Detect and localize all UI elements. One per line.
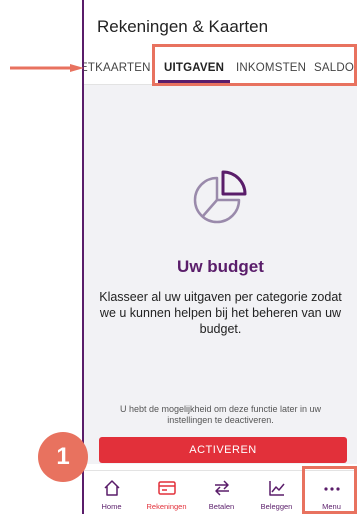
annotation-arrow-icon — [10, 64, 84, 72]
chart-icon — [268, 481, 285, 496]
activate-button[interactable]: ACTIVEREN — [99, 437, 347, 463]
menu-highlight-box — [302, 466, 357, 514]
nav-betalen[interactable]: Betalen — [194, 471, 249, 514]
deactivate-note: U hebt de mogelijkheid om deze functie l… — [119, 404, 322, 425]
budget-description: Klasseer al uw uitgaven per categorie zo… — [99, 290, 342, 336]
tabs-highlight-box — [152, 44, 357, 86]
home-icon — [103, 480, 120, 496]
budget-heading: Uw budget — [177, 257, 264, 276]
card-icon — [157, 481, 176, 495]
tab-betaalkaarten[interactable]: ETKAARTEN — [84, 62, 151, 74]
transfer-icon — [214, 480, 229, 496]
step-number-badge: 1 — [38, 432, 88, 482]
nav-rekeningen[interactable]: Rekeningen — [139, 471, 194, 514]
nav-beleggen[interactable]: Beleggen — [249, 471, 304, 514]
page-title: Rekeningen & Kaarten — [97, 17, 269, 36]
pie-chart-icon — [193, 170, 247, 224]
nav-home[interactable]: Home — [84, 471, 139, 514]
